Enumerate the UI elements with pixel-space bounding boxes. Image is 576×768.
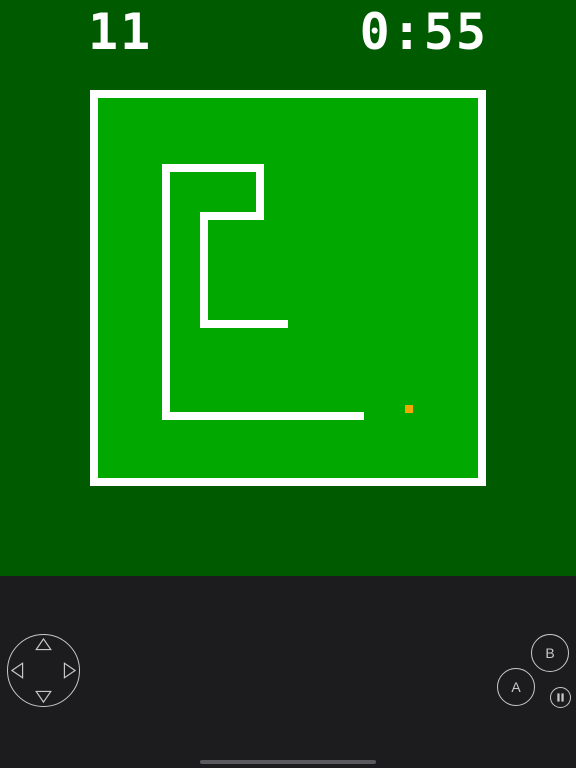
dpad-right-icon [63,662,77,679]
snake-canvas [162,164,413,420]
score-display: 11 [88,3,153,61]
game-area: 11 0:55 [0,0,576,576]
game-board [90,90,486,486]
dpad-left-icon [10,662,24,679]
b-button[interactable]: B [531,634,569,672]
a-button[interactable]: A [497,668,535,706]
pause-icon [557,693,564,702]
timer-display: 0:55 [359,3,488,61]
pause-button[interactable] [550,687,571,708]
controls-panel: B A [0,576,576,768]
home-indicator[interactable] [200,760,376,764]
food-pellet [405,405,413,413]
snake [162,164,364,420]
dpad[interactable] [7,634,80,707]
dpad-down-icon [35,690,52,704]
b-button-label: B [545,645,555,661]
dpad-up-icon [35,637,52,651]
a-button-label: A [511,679,521,695]
